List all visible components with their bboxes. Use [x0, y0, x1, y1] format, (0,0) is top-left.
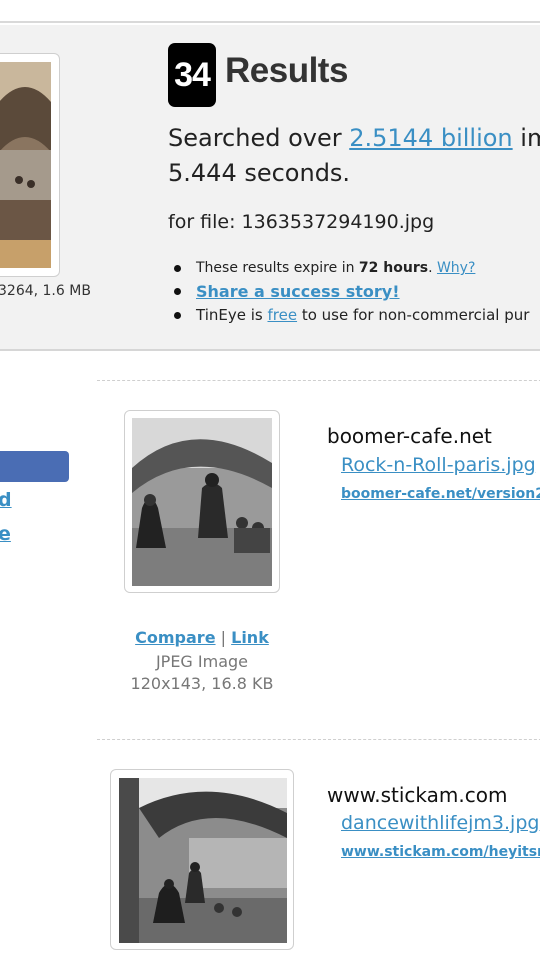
- sidebar-button[interactable]: [0, 451, 69, 482]
- sidebar-link-2[interactable]: e: [0, 523, 11, 545]
- expiry-prefix: These results expire in: [196, 260, 359, 276]
- result-thumbnail[interactable]: [124, 410, 280, 593]
- result-file-link[interactable]: dancewithlifejm3.jpg: [341, 812, 539, 834]
- result-count-badge: 34: [168, 43, 216, 107]
- query-image-thumbnail[interactable]: [0, 53, 60, 277]
- result-actions: Compare | Link: [97, 628, 307, 647]
- result-url-link[interactable]: www.stickam.com/heyitsrac: [341, 844, 540, 860]
- expiry-notice: These results expire in 72 hours. Why?: [172, 257, 529, 280]
- result-image: [132, 418, 272, 586]
- query-image-meta: 3264, 1.6 MB: [0, 283, 91, 299]
- free-link[interactable]: free: [267, 306, 297, 324]
- actions-separator: |: [220, 628, 227, 647]
- result-domain: www.stickam.com: [327, 783, 508, 807]
- result-file-link[interactable]: Rock-n-Roll-paris.jpg: [341, 454, 536, 476]
- free-notice: TinEye is free to use for non-commercial…: [172, 304, 529, 327]
- success-story-item: Share a success story!: [172, 280, 529, 304]
- tineye-suffix: to use for non-commercial pur: [297, 306, 530, 324]
- share-success-story-link[interactable]: Share a success story!: [196, 282, 400, 301]
- sidebar-link-1[interactable]: d: [0, 489, 12, 511]
- query-file-name: 1363537294190.jpg: [241, 211, 435, 233]
- link-link[interactable]: Link: [231, 628, 269, 647]
- query-image: [0, 62, 51, 268]
- result-thumbnail[interactable]: [110, 769, 294, 950]
- results-heading: Results: [225, 51, 348, 90]
- search-summary-panel: 3264, 1.6 MB 34 Results Searched over 2.…: [0, 25, 540, 351]
- why-link[interactable]: Why?: [437, 260, 475, 276]
- result-image: [119, 778, 287, 943]
- page: 3264, 1.6 MB 34 Results Searched over 2.…: [0, 0, 540, 960]
- result-divider: [97, 739, 540, 740]
- result-format: JPEG Image: [155, 652, 249, 671]
- result-dimensions: 120x143, 16.8 KB: [130, 674, 274, 693]
- tineye-prefix: TinEye is: [196, 306, 268, 324]
- expiry-value: 72 hours: [358, 260, 429, 276]
- compare-link[interactable]: Compare: [135, 628, 215, 647]
- top-strip: [0, 0, 540, 23]
- result-url-link[interactable]: boomer-cafe.net/version2/im: [341, 486, 540, 502]
- searched-prefix: Searched over: [168, 124, 350, 152]
- for-file-line: for file: 1363537294190.jpg: [168, 211, 434, 233]
- expiry-suffix: .: [428, 260, 437, 276]
- info-bullets: These results expire in 72 hours. Why? S…: [172, 257, 529, 327]
- for-file-label: for file:: [168, 211, 242, 233]
- index-size-link[interactable]: 2.5144 billion: [349, 124, 512, 152]
- search-time: 5.444 seconds.: [168, 159, 351, 187]
- searched-summary: Searched over 2.5144 billion ima 5.444 s…: [168, 121, 540, 191]
- result-divider: [97, 380, 540, 381]
- searched-suffix: ima: [520, 124, 540, 152]
- result-domain: boomer-cafe.net: [327, 424, 492, 448]
